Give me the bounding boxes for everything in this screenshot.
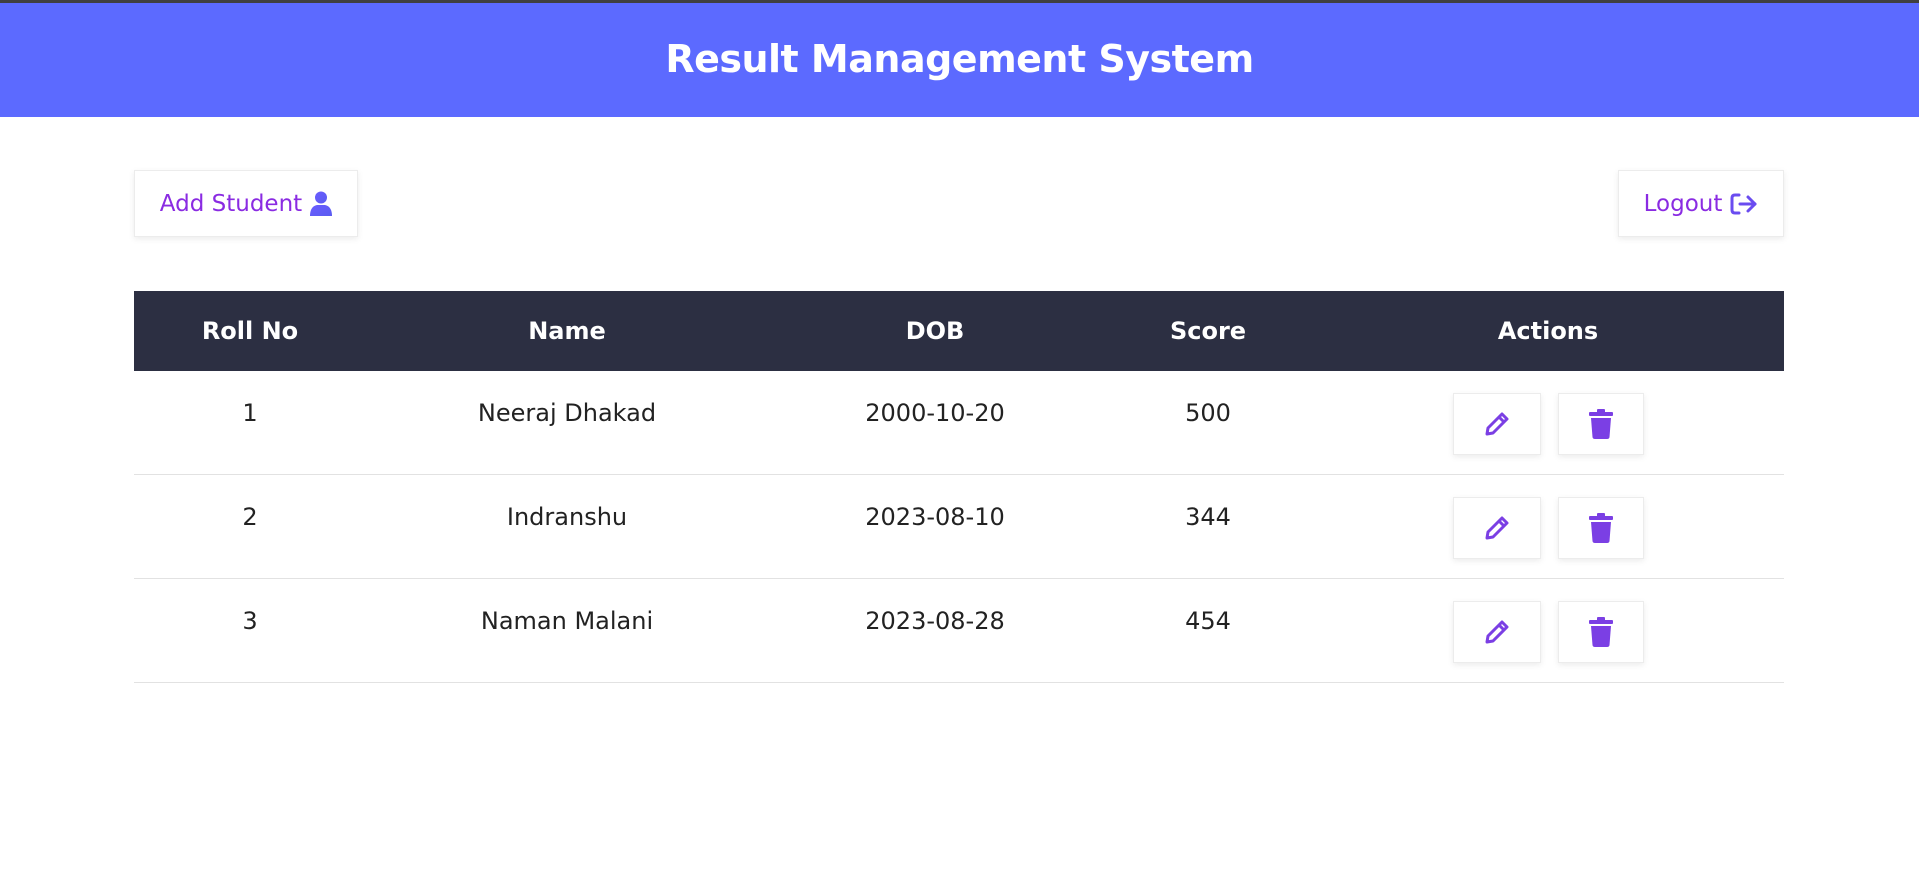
cell-name: Neeraj Dhakad: [477, 399, 657, 427]
column-header-roll-no: Roll No: [201, 317, 299, 345]
table-row: 2 Indranshu 2023-08-10 344: [134, 475, 1784, 579]
pencil-icon: [1485, 620, 1509, 644]
app-header: Result Management System: [0, 3, 1919, 117]
students-table: Roll No Name DOB Score Actions 1 Neeraj …: [134, 291, 1784, 683]
column-header-name: Name: [528, 317, 606, 345]
cell-roll-no: 2: [242, 503, 258, 531]
cell-roll-no: 1: [242, 399, 258, 427]
user-icon: [310, 191, 333, 216]
cell-score: 344: [1185, 503, 1231, 531]
cell-dob: 2023-08-10: [865, 503, 1005, 531]
table-header: Roll No Name DOB Score Actions: [134, 291, 1784, 371]
pencil-icon: [1485, 412, 1509, 436]
edit-button[interactable]: [1453, 497, 1541, 559]
cell-name: Naman Malani: [480, 607, 654, 635]
table-row: 3 Naman Malani 2023-08-28 454: [134, 579, 1784, 683]
add-student-label: Add Student: [159, 190, 303, 217]
pencil-icon: [1485, 516, 1509, 540]
table-row: 1 Neeraj Dhakad 2000-10-20 500: [134, 371, 1784, 475]
edit-button[interactable]: [1453, 393, 1541, 455]
trash-icon: [1589, 409, 1613, 439]
page-title: Result Management System: [665, 36, 1254, 81]
trash-icon: [1589, 513, 1613, 543]
logout-button[interactable]: Logout: [1618, 170, 1784, 237]
delete-button[interactable]: [1558, 393, 1644, 455]
delete-button[interactable]: [1558, 497, 1644, 559]
add-student-button[interactable]: Add Student: [134, 170, 358, 237]
cell-score: 454: [1185, 607, 1231, 635]
column-header-dob: DOB: [905, 317, 965, 345]
cell-score: 500: [1185, 399, 1231, 427]
trash-icon: [1589, 617, 1613, 647]
delete-button[interactable]: [1558, 601, 1644, 663]
column-header-actions: Actions: [1497, 317, 1599, 345]
edit-button[interactable]: [1453, 601, 1541, 663]
sign-out-icon: [1730, 192, 1758, 216]
column-header-score: Score: [1169, 317, 1247, 345]
cell-dob: 2000-10-20: [865, 399, 1005, 427]
cell-roll-no: 3: [242, 607, 258, 635]
logout-label: Logout: [1643, 190, 1723, 217]
cell-name: Indranshu: [506, 503, 628, 531]
cell-dob: 2023-08-28: [865, 607, 1005, 635]
